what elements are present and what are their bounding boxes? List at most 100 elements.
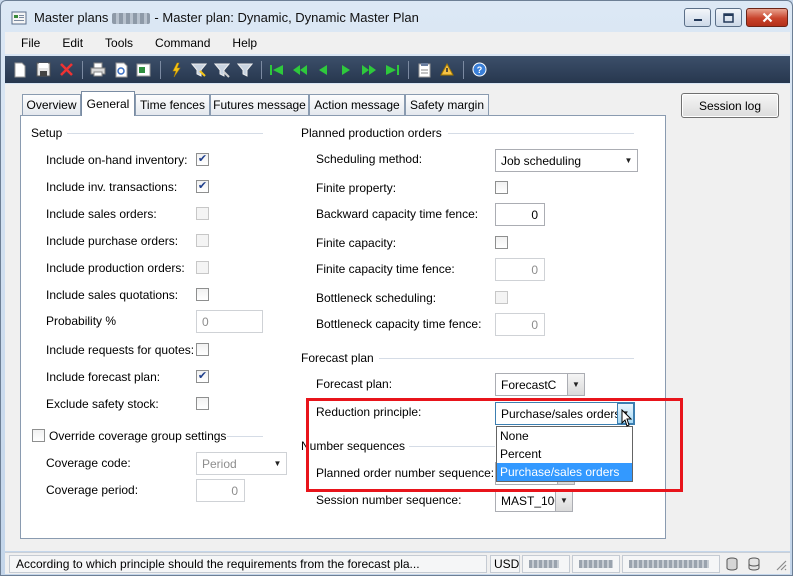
planned-order-sequence-label: Planned order number sequence: — [316, 466, 495, 480]
menu-help[interactable]: Help — [232, 36, 257, 50]
option-purchase-sales-orders[interactable]: Purchase/sales orders — [497, 463, 632, 481]
next-record-icon[interactable] — [337, 61, 355, 79]
bottleneck-capacity-fence-label: Bottleneck capacity time fence: — [316, 317, 482, 331]
coverage-code-select[interactable]: Period ▼ — [196, 452, 287, 475]
include-purchase-orders-checkbox[interactable] — [196, 234, 209, 247]
last-record-icon[interactable] — [383, 61, 401, 79]
include-sales-orders-label: Include sales orders: — [46, 207, 157, 221]
forecast-plan-value: ForecastC — [501, 377, 557, 392]
alert-icon[interactable] — [438, 61, 456, 79]
bottleneck-scheduling-checkbox[interactable] — [495, 291, 508, 304]
chevron-down-icon: ▼ — [567, 374, 584, 395]
option-percent[interactable]: Percent — [497, 445, 632, 463]
number-sequences-heading: Number sequences — [301, 439, 406, 453]
toolbar-separator — [408, 60, 409, 79]
server-icon — [747, 557, 761, 574]
previous-page-icon[interactable] — [291, 61, 309, 79]
tab-time-fences[interactable]: Time fences — [135, 94, 210, 115]
include-on-hand-checkbox[interactable]: ✔ — [196, 153, 209, 166]
include-requests-for-quotes-checkbox[interactable] — [196, 343, 209, 356]
session-log-button[interactable]: Session log — [681, 93, 779, 118]
finite-capacity-fence-label: Finite capacity time fence: — [316, 262, 455, 276]
toolbar-separator — [463, 60, 464, 79]
delete-icon[interactable] — [57, 61, 75, 79]
print-preview-icon[interactable] — [112, 61, 130, 79]
override-group-line — [227, 436, 263, 437]
document-handling-icon[interactable] — [415, 61, 433, 79]
save-icon[interactable] — [34, 61, 52, 79]
override-coverage-checkbox[interactable] — [32, 429, 45, 442]
new-icon[interactable] — [11, 61, 29, 79]
close-button[interactable] — [746, 8, 788, 27]
status-company — [522, 555, 570, 573]
session-sequence-select[interactable]: MAST_100 ▼ — [495, 489, 573, 512]
planned-production-heading: Planned production orders — [301, 126, 442, 140]
toolbar-separator — [160, 60, 161, 79]
include-sales-orders-checkbox[interactable] — [196, 207, 209, 220]
reduction-principle-label: Reduction principle: — [316, 405, 422, 419]
probability-input[interactable]: 0 — [196, 310, 263, 333]
resize-grip-icon[interactable] — [775, 559, 787, 574]
include-sales-quotations-checkbox[interactable] — [196, 288, 209, 301]
setup-group-heading: Setup — [31, 126, 63, 140]
filter-by-selection-icon[interactable] — [167, 61, 185, 79]
scheduling-method-select[interactable]: Job scheduling ▼ — [495, 149, 638, 172]
finite-capacity-fence-input[interactable]: 0 — [495, 258, 545, 281]
redacted-user — [629, 560, 709, 568]
finite-property-checkbox[interactable] — [495, 181, 508, 194]
reduction-principle-select[interactable]: Purchase/sales orders ▼ — [495, 402, 635, 425]
svg-text:?: ? — [476, 65, 482, 75]
tab-overview[interactable]: Overview — [22, 94, 81, 115]
include-forecast-plan-label: Include forecast plan: — [46, 370, 161, 384]
filter-icon[interactable] — [236, 61, 254, 79]
maximize-icon — [723, 12, 734, 23]
mouse-cursor-icon — [621, 409, 633, 427]
checkmark-icon: ✔ — [197, 370, 208, 382]
include-forecast-plan-checkbox[interactable]: ✔ — [196, 370, 209, 383]
print-icon[interactable] — [89, 61, 107, 79]
backward-capacity-fence-input[interactable]: 0 — [495, 203, 545, 226]
advanced-filter-icon[interactable] — [213, 61, 231, 79]
status-layer — [572, 555, 620, 573]
tab-action-message[interactable]: Action message — [309, 94, 405, 115]
filter-by-form-icon[interactable] — [190, 61, 208, 79]
backward-capacity-fence-label: Backward capacity time fence: — [316, 207, 479, 221]
reduction-principle-value: Purchase/sales orders — [501, 406, 621, 421]
option-none[interactable]: None — [497, 427, 632, 445]
help-icon[interactable]: ? — [470, 61, 488, 79]
reduction-principle-dropdown-list: None Percent Purchase/sales orders — [496, 426, 633, 482]
probability-label: Probability % — [46, 314, 117, 328]
include-sales-quotations-label: Include sales quotations: — [46, 288, 179, 302]
scheduling-method-value: Job scheduling — [501, 153, 582, 168]
tab-general[interactable]: General — [81, 91, 135, 116]
menu-command[interactable]: Command — [155, 36, 210, 50]
maximize-button[interactable] — [715, 8, 742, 27]
next-page-icon[interactable] — [360, 61, 378, 79]
status-currency: USD — [490, 555, 520, 573]
first-record-icon[interactable] — [268, 61, 286, 79]
export-icon[interactable] — [135, 61, 153, 79]
bottleneck-capacity-fence-input[interactable]: 0 — [495, 313, 545, 336]
close-icon — [762, 12, 772, 23]
coverage-period-input[interactable]: 0 — [196, 479, 245, 502]
menu-tools[interactable]: Tools — [105, 36, 133, 50]
tab-futures-message[interactable]: Futures message — [210, 94, 309, 115]
chevron-down-icon: ▼ — [555, 490, 572, 511]
include-production-orders-checkbox[interactable] — [196, 261, 209, 274]
include-inv-transactions-checkbox[interactable]: ✔ — [196, 180, 209, 193]
tab-safety-margin[interactable]: Safety margin — [405, 94, 489, 115]
menu-bar: File Edit Tools Command Help — [5, 32, 790, 54]
forecast-plan-select[interactable]: ForecastC ▼ — [495, 373, 585, 396]
toolbar-separator — [82, 60, 83, 79]
menu-file[interactable]: File — [21, 36, 40, 50]
exclude-safety-stock-checkbox[interactable] — [196, 397, 209, 410]
minimize-button[interactable] — [684, 8, 711, 27]
finite-capacity-checkbox[interactable] — [495, 236, 508, 249]
forecast-plan-heading: Forecast plan — [301, 351, 374, 365]
previous-record-icon[interactable] — [314, 61, 332, 79]
menu-edit[interactable]: Edit — [62, 36, 83, 50]
include-purchase-orders-label: Include purchase orders: — [46, 234, 179, 248]
status-bar: According to which principle should the … — [5, 552, 790, 574]
include-on-hand-label: Include on-hand inventory: — [46, 153, 188, 167]
session-sequence-label: Session number sequence: — [316, 493, 462, 507]
